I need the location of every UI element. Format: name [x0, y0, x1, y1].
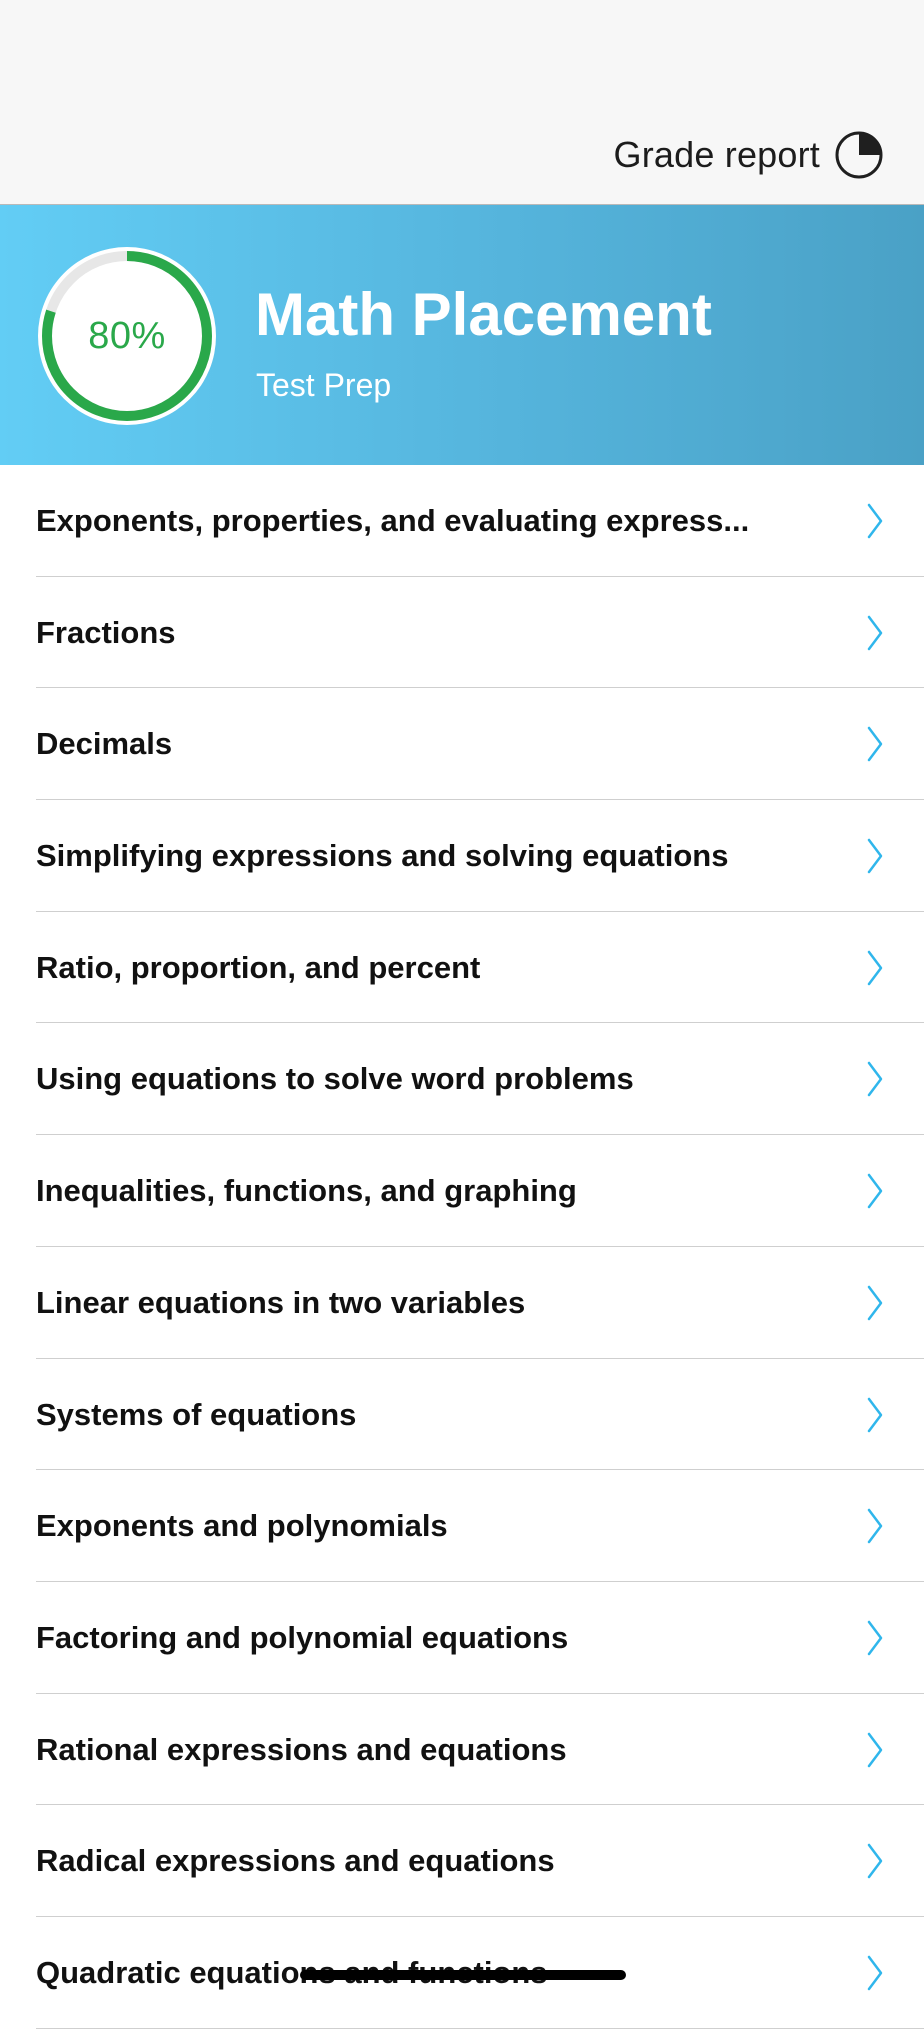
topic-label: Decimals: [36, 726, 173, 762]
chevron-right-icon: [867, 615, 883, 650]
progress-ring: 80%: [36, 245, 218, 427]
grade-report-button[interactable]: Grade report: [614, 130, 885, 180]
topic-label: Fractions: [36, 614, 176, 650]
topic-label: Using equations to solve word problems: [36, 1061, 634, 1097]
course-title: Math Placement: [255, 281, 712, 348]
chevron-right-icon: [867, 838, 883, 874]
chevron-right-icon: [867, 1508, 883, 1544]
topic-row[interactable]: Using equations to solve word problems: [0, 1023, 924, 1135]
course-header: 80% Math Placement Test Prep: [0, 205, 924, 465]
chevron-right-icon: [867, 950, 883, 985]
topic-list: Exponents, properties, and evaluating ex…: [0, 465, 924, 2029]
topic-label: Linear equations in two variables: [36, 1284, 526, 1320]
topic-label: Ratio, proportion, and percent: [36, 949, 481, 985]
chevron-right-icon: [867, 727, 883, 762]
chevron-right-icon: [867, 1732, 883, 1767]
home-indicator[interactable]: [300, 1970, 626, 1980]
topic-row[interactable]: Inequalities, functions, and graphing: [0, 1135, 924, 1247]
chevron-right-icon: [867, 1285, 883, 1321]
topic-label: Exponents and polynomials: [36, 1508, 448, 1544]
topic-label: Simplifying expressions and solving equa…: [36, 838, 729, 874]
grade-report-label: Grade report: [613, 134, 820, 175]
chevron-right-icon: [867, 1844, 883, 1879]
topic-row[interactable]: Ratio, proportion, and percent: [0, 912, 924, 1024]
progress-percent: 80%: [88, 314, 166, 357]
topic-label: Systems of equations: [36, 1396, 357, 1432]
topic-label: Factoring and polynomial equations: [36, 1619, 569, 1655]
topic-row[interactable]: Simplifying expressions and solving equa…: [0, 800, 924, 912]
topic-row[interactable]: Rational expressions and equations: [0, 1694, 924, 1806]
pie-chart-icon: [835, 131, 883, 179]
chevron-right-icon: [867, 1062, 883, 1097]
topic-row[interactable]: Factoring and polynomial equations: [0, 1582, 924, 1694]
topic-label: Rational expressions and equations: [36, 1731, 567, 1767]
topic-row[interactable]: Systems of equations: [0, 1359, 924, 1471]
topic-row[interactable]: Exponents and polynomials: [0, 1470, 924, 1582]
topic-label: Exponents, properties, and evaluating ex…: [36, 503, 750, 538]
chevron-right-icon: [867, 1620, 883, 1656]
course-subtitle: Test Prep: [256, 367, 392, 403]
chevron-right-icon: [867, 503, 883, 539]
top-navigation-bar: Grade report: [0, 0, 924, 205]
topic-label: Radical expressions and equations: [36, 1843, 555, 1879]
topic-row[interactable]: Decimals: [0, 688, 924, 800]
topic-row[interactable]: Fractions: [0, 577, 924, 689]
chevron-right-icon: [867, 1173, 883, 1209]
topic-row[interactable]: Radical expressions and equations: [0, 1805, 924, 1917]
chevron-right-icon: [867, 1397, 883, 1432]
chevron-right-icon: [867, 1955, 883, 1991]
topic-label: Inequalities, functions, and graphing: [36, 1173, 577, 1209]
topic-row[interactable]: Exponents, properties, and evaluating ex…: [0, 465, 924, 577]
topic-row[interactable]: Linear equations in two variables: [0, 1247, 924, 1359]
